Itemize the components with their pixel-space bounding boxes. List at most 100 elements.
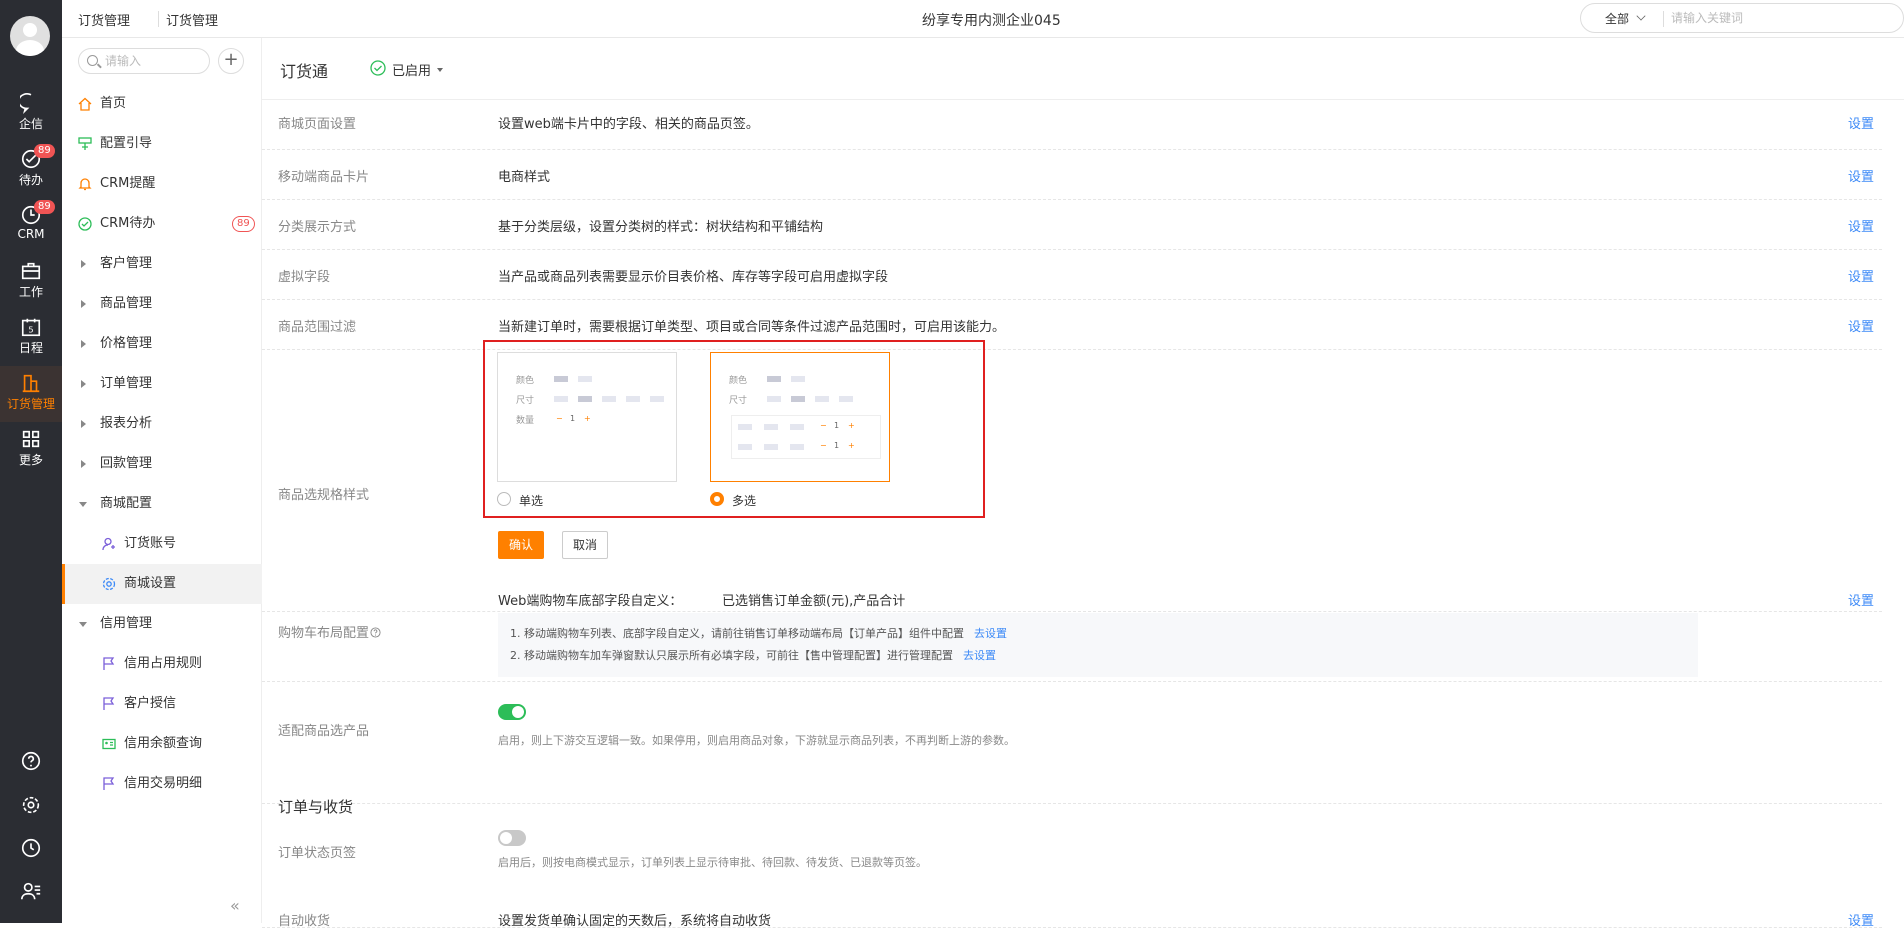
multi-select-preview[interactable]: 颜色 尺寸 − 1 + − 1 + (710, 352, 890, 482)
confirm-button[interactable]: 确认 (498, 531, 545, 559)
sidebar-item-label: 价格管理 (100, 336, 153, 351)
flag-icon (103, 777, 115, 790)
preview-chip (839, 396, 853, 402)
sidebar-item-customer[interactable]: 客户管理 (62, 244, 262, 284)
add-button[interactable]: + (218, 48, 244, 74)
sidebar-item-home[interactable]: 首页 (62, 84, 262, 124)
user-manage-button[interactable] (0, 880, 62, 906)
settings-link[interactable]: 设置 (1848, 216, 1874, 235)
sidebar-item-order-account[interactable]: 订货账号 (62, 524, 262, 564)
single-select-preview[interactable]: 颜色 尺寸 数量 − 1 + (497, 352, 677, 482)
radio-single-label[interactable]: 单选 (519, 492, 543, 509)
sidebar-item-label: 回款管理 (100, 456, 153, 471)
preview-chip (578, 396, 592, 402)
preview-chip (790, 444, 804, 450)
chevron-down-icon[interactable] (1636, 11, 1646, 21)
preview-chip (602, 396, 616, 402)
setting-label: 分类展示方式 (278, 220, 357, 235)
sidebar-item-customer-credit[interactable]: 客户授信 (62, 684, 262, 724)
rail-item-work[interactable]: 工作 (0, 254, 62, 310)
search-icon (87, 55, 98, 66)
building-icon (22, 374, 40, 393)
rail-item-crm[interactable]: 89 CRM (0, 198, 62, 254)
cancel-button[interactable]: 取消 (562, 531, 609, 559)
settings-link[interactable]: 设置 (1848, 266, 1874, 285)
status-dropdown[interactable]: 已启用 (370, 60, 444, 79)
caret-right-icon (81, 420, 86, 428)
sidebar-item-credit-balance[interactable]: 信用余额查询 (62, 724, 262, 764)
sidebar-item-label: 客户管理 (100, 256, 153, 271)
setting-row-adapt-product: 适配商品选产品 启用，则上下游交互逻辑一致。如果停用，则启用商品对象，下游就显示… (262, 682, 1882, 804)
setting-label: 自动收货 (278, 914, 331, 929)
sidebar-item-payment[interactable]: 回款管理 (62, 444, 262, 484)
sidebar-item-mall-settings[interactable]: 商城设置 (62, 564, 262, 604)
settings-link[interactable]: 设置 (1848, 166, 1874, 185)
sidebar-item-price[interactable]: 价格管理 (62, 324, 262, 364)
sidebar-item-crm-reminder[interactable]: CRM提醒 (62, 164, 262, 204)
breadcrumb-current[interactable]: 订货管理 (166, 10, 218, 29)
app-rail: 企信 89 待办 89 CRM 工作 5 日程 订货管理 更多 (0, 0, 62, 923)
sidebar-item-credit[interactable]: 信用管理 (62, 604, 262, 644)
sidebar-item-config-guide[interactable]: 配置引导 (62, 124, 262, 164)
cart-label-text: 购物车布局配置 (278, 626, 370, 641)
avatar[interactable] (10, 16, 50, 56)
rail-item-calendar[interactable]: 5 日程 (0, 310, 62, 366)
check-circle-icon (370, 60, 386, 76)
order-status-toggle[interactable] (498, 830, 526, 846)
preview-matrix: − 1 + − 1 + (731, 415, 881, 459)
question-icon[interactable] (370, 627, 381, 638)
settings-link[interactable]: 设置 (1848, 316, 1874, 335)
sidebar-search-input[interactable] (105, 53, 205, 69)
sidebar-item-order[interactable]: 订单管理 (62, 364, 262, 404)
section-order-receiving: 订单与收货 (278, 798, 354, 816)
sidebar-item-mall-config[interactable]: 商城配置 (62, 484, 262, 524)
search-input[interactable] (1671, 8, 1891, 28)
rail-item-chat[interactable]: 企信 (0, 86, 62, 142)
caret-down-icon (79, 622, 87, 627)
bell-icon (78, 178, 92, 191)
sidebar-item-credit-rule[interactable]: 信用占用规则 (62, 644, 262, 684)
breadcrumb-app[interactable]: 订货管理 (78, 10, 130, 29)
setting-label: 商城页面设置 (278, 117, 357, 132)
preview-chip (764, 444, 778, 450)
sidebar-item-crm-todo[interactable]: CRM待办 89 (62, 204, 262, 244)
go-settings-link[interactable]: 去设置 (963, 649, 996, 662)
rail-item-order-mgmt[interactable]: 订货管理 (0, 366, 62, 422)
setting-row-virtual-field: 虚拟字段 当产品或商品列表需要显示价目表价格、库存等字段可启用虚拟字段 设置 (262, 250, 1882, 300)
settings-link[interactable]: 设置 (1848, 910, 1874, 929)
help-button[interactable] (0, 750, 62, 776)
sidebar-item-label: 信用余额查询 (124, 736, 203, 751)
rail-item-todo[interactable]: 89 待办 (0, 142, 62, 198)
sidebar-item-product[interactable]: 商品管理 (62, 284, 262, 324)
top-header: 订货管理 订货管理 纷享专用内测企业045 全部 (62, 0, 1904, 38)
rail-item-more[interactable]: 更多 (0, 422, 62, 478)
setting-label: 适配商品选产品 (278, 724, 370, 739)
history-button[interactable] (0, 837, 62, 863)
sidebar-item-report[interactable]: 报表分析 (62, 404, 262, 444)
settings-link[interactable]: 设置 (1848, 113, 1874, 132)
rail-label: 待办 (18, 173, 43, 187)
setting-row-auto-receive: 自动收货 设置发货单确认固定的天数后，系统将自动收货 设置 (262, 906, 1882, 929)
caret-down-icon (79, 502, 87, 507)
page-title: 订货通 (280, 62, 329, 81)
sidebar-item-label: CRM提醒 (100, 176, 156, 191)
preview-value: 1 (834, 441, 840, 450)
rail-label: 订货管理 (6, 397, 55, 411)
settings-link[interactable]: 设置 (1848, 590, 1874, 609)
collapse-sidebar-button[interactable]: « (230, 896, 240, 915)
sidebar-item-label: 信用交易明细 (124, 776, 203, 791)
id-card-icon (102, 738, 116, 750)
setting-label: 虚拟字段 (278, 270, 331, 285)
setting-label: 商品范围过滤 (278, 320, 357, 335)
go-settings-link[interactable]: 去设置 (974, 627, 1007, 640)
search-scope-select[interactable]: 全部 (1605, 10, 1629, 27)
radio-multi-label[interactable]: 多选 (732, 492, 756, 509)
settings-button[interactable] (0, 794, 62, 820)
radio-single[interactable] (497, 492, 511, 506)
order-status-hint: 启用后，则按电商模式显示，订单列表上显示待审批、待回款、待发货、已退款等页签。 (498, 856, 927, 869)
sidebar-item-label: 订单管理 (100, 376, 153, 391)
adapt-toggle[interactable] (498, 704, 526, 720)
sidebar-item-credit-transactions[interactable]: 信用交易明细 (62, 764, 262, 804)
radio-multi[interactable] (710, 492, 724, 506)
rail-label: 工作 (18, 285, 43, 299)
